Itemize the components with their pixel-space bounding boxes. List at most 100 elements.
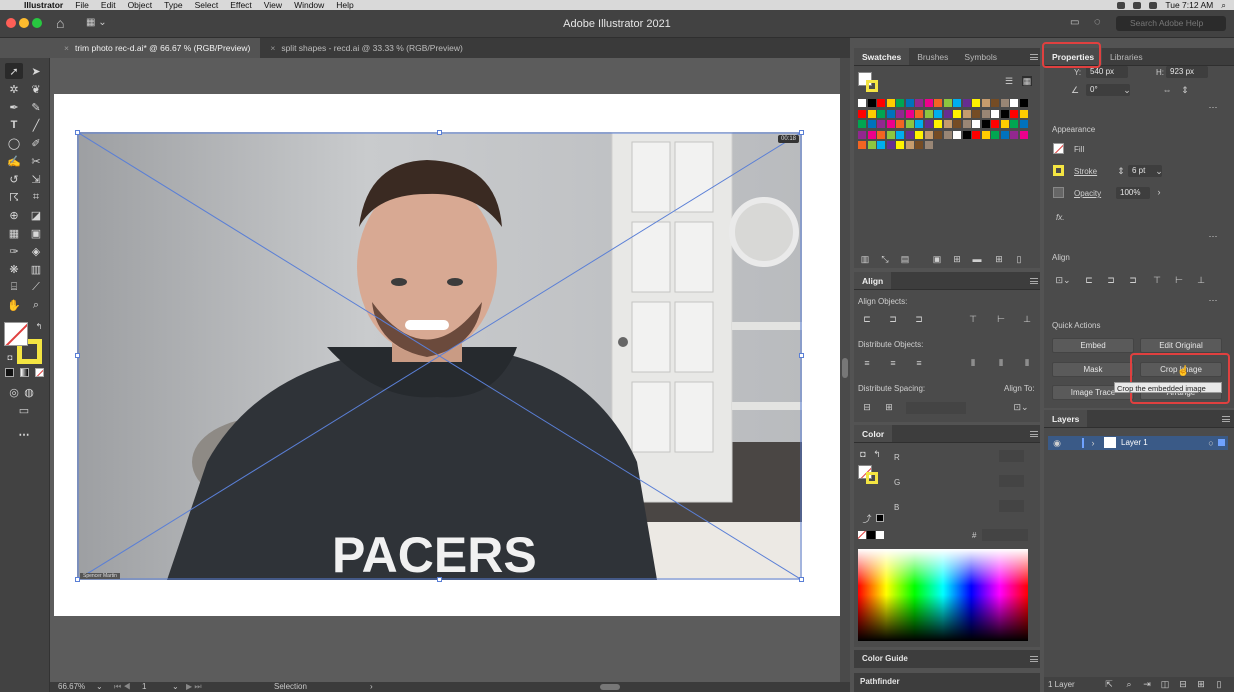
color-swatch[interactable] [906,131,914,139]
color-swatch[interactable] [896,131,904,139]
color-swatch[interactable] [991,99,999,107]
align-left-icon[interactable]: ⊏ [1084,275,1094,285]
collect-export-icon[interactable]: ⇥ [1142,679,1152,689]
color-swatch[interactable] [1020,120,1028,128]
mask-button[interactable]: Mask [1052,362,1134,377]
color-swatch[interactable] [906,110,914,118]
color-swatch[interactable] [991,120,999,128]
tab-symbols[interactable]: Symbols [956,48,1005,65]
first-artboard-icon[interactable]: ⏮ ◀ [114,682,131,692]
color-swatch[interactable] [934,131,942,139]
screen-mode-icon[interactable]: ▭ [15,402,33,418]
menu-edit[interactable]: Edit [101,0,116,10]
color-swatch[interactable] [887,110,895,118]
zoom-dropdown-icon[interactable]: ⌄ [96,682,103,692]
eyedropper-icon[interactable]: ✑ [5,243,23,259]
align-left-icon[interactable]: ⊏ [862,314,872,324]
color-swatch[interactable] [925,141,933,149]
status-icon[interactable] [1133,2,1141,9]
close-tab-icon[interactable]: × [270,43,275,53]
blue-value-field[interactable] [999,500,1024,512]
opacity-swatch[interactable] [1053,187,1064,198]
color-swatch[interactable] [906,99,914,107]
color-swatch[interactable] [915,141,923,149]
color-swatch[interactable] [953,120,961,128]
direct-selection-tool-icon[interactable]: ➤ [27,63,45,79]
wifi-icon[interactable] [1149,2,1157,9]
color-swatch[interactable] [944,131,952,139]
height-field[interactable]: 923 px [1166,66,1208,78]
live-paint-icon[interactable]: ◪ [27,207,45,223]
mesh-tool-icon[interactable]: ▦ [5,225,23,241]
color-spectrum[interactable] [858,549,1028,641]
type-tool-icon[interactable]: T [5,117,23,133]
color-swatch[interactable] [972,110,980,118]
default-colors-icon[interactable]: ◘ [858,449,868,459]
close-tab-icon[interactable]: × [64,43,69,53]
warp-tool-icon[interactable]: ☈ [5,189,23,205]
color-panel-title[interactable]: Color [854,425,892,442]
pathfinder-panel[interactable]: Pathfinder [854,673,1040,692]
pathfinder-title[interactable]: Pathfinder [860,677,900,686]
horizontal-spacing-icon[interactable]: ⊞ [884,402,894,412]
align-right-icon[interactable]: ⊐ [1128,275,1138,285]
white-swatch[interactable] [876,531,884,539]
export-icon[interactable]: ⇱ [1104,679,1114,689]
color-swatch[interactable] [972,131,980,139]
align-to-selection-icon[interactable]: ⊡⌄ [1054,275,1072,285]
color-swatch[interactable] [1020,110,1028,118]
color-swatch[interactable] [982,99,990,107]
color-swatch[interactable] [953,131,961,139]
stroke-label[interactable]: Stroke [1074,167,1097,176]
artboard-dropdown-icon[interactable]: ⌄ [172,682,179,692]
selection-indicator[interactable] [1218,439,1225,446]
align-vcenter-icon[interactable]: ⊢ [1174,275,1184,285]
embed-button[interactable]: Embed [1052,338,1134,353]
scale-tool-icon[interactable]: ⇲ [27,171,45,187]
stroke-dropdown-icon[interactable]: ⌄ [1154,166,1164,176]
color-swatch[interactable] [877,141,885,149]
fill-swatch[interactable] [1053,143,1064,154]
color-swatch[interactable] [1010,131,1018,139]
ellipse-tool-icon[interactable]: ◯ [5,135,23,151]
color-swatch[interactable] [858,99,866,107]
panel-menu-icon[interactable] [1222,416,1230,422]
opacity-label[interactable]: Opacity [1074,189,1101,198]
resize-handle[interactable] [799,577,804,582]
color-swatch[interactable] [982,110,990,118]
color-swatch[interactable] [915,131,923,139]
color-swatch[interactable] [858,131,866,139]
color-guide-title[interactable]: Color Guide [862,654,908,663]
color-swatch[interactable] [982,120,990,128]
zoom-level[interactable]: 66.67% [58,682,85,692]
color-swatch[interactable] [1001,120,1009,128]
color-swatch[interactable] [877,99,885,107]
black-swatch[interactable] [876,514,884,522]
status-menu-icon[interactable]: › [370,682,373,692]
color-swatch[interactable] [972,99,980,107]
panel-menu-icon[interactable] [1030,656,1038,662]
color-swatch[interactable] [915,120,923,128]
spotlight-icon[interactable]: ⌕ [1221,0,1226,11]
distribute-bottom-icon[interactable]: ≡ [914,358,924,368]
stroke-swatch[interactable] [1053,165,1064,176]
color-swatch[interactable] [868,110,876,118]
scroll-thumb[interactable] [842,358,848,378]
delete-swatch-icon[interactable]: ▯ [1014,254,1024,264]
discover-icon[interactable]: ◌ [1094,16,1101,28]
pen-tool-icon[interactable]: ✒ [5,99,23,115]
color-guide-panel[interactable]: Color Guide [854,650,1040,668]
gradient-tool-icon[interactable]: ▣ [27,225,45,241]
default-colors-icon[interactable]: ◘ [1,349,19,365]
clipping-mask-icon[interactable]: ◫ [1160,679,1170,689]
paintbrush-icon[interactable]: ✐ [27,135,45,151]
color-swatch[interactable] [953,110,961,118]
color-swatch[interactable] [1001,99,1009,107]
shape-builder-icon[interactable]: ⊕ [5,207,23,223]
color-swatch[interactable] [1020,99,1028,107]
free-transform-icon[interactable]: ⌗ [27,189,45,205]
color-swatch[interactable] [906,141,914,149]
black-swatch[interactable] [867,531,875,539]
align-hcenter-icon[interactable]: ⊐ [1106,275,1116,285]
color-swatch[interactable] [925,120,933,128]
